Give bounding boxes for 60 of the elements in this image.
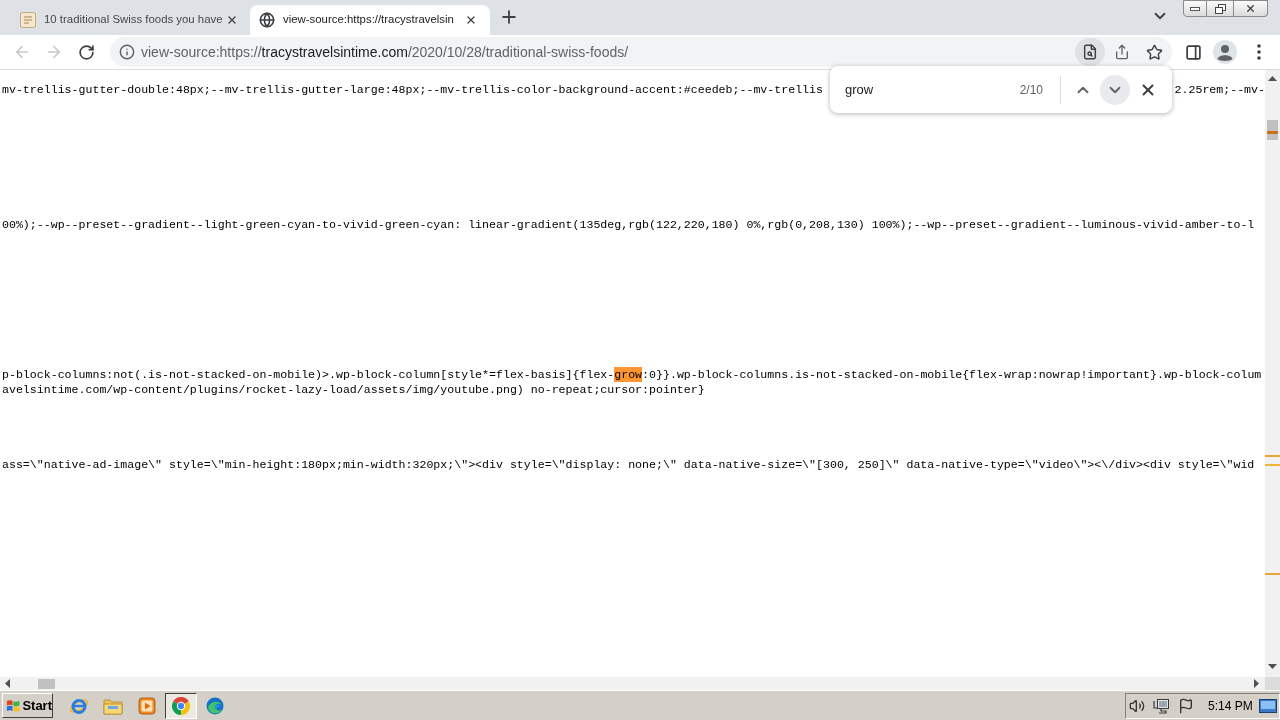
show-desktop-icon[interactable] xyxy=(1259,698,1277,713)
share-icon xyxy=(1114,44,1130,60)
restore-icon xyxy=(1214,3,1226,14)
scrollbar-thumb[interactable] xyxy=(38,679,55,689)
scroll-up-arrow-icon[interactable] xyxy=(1268,76,1277,81)
side-panel-icon xyxy=(1184,43,1202,61)
scrollbar-match-marker xyxy=(1265,464,1280,466)
document-icon xyxy=(20,12,36,28)
source-code-text: mv-trellis-gutter-double:48px;--mv-trellis-gutter-large:48px;--mv-trellis-color-background-accent:#ceedeb;--mv-trellis xyxy=(2,82,823,97)
menu-icon xyxy=(1257,44,1261,60)
speaker-icon[interactable] xyxy=(1129,697,1145,714)
close-icon xyxy=(226,14,238,26)
next-match-button[interactable] xyxy=(1100,74,1130,105)
close-window-button[interactable] xyxy=(1234,0,1268,17)
close-icon xyxy=(1245,3,1256,14)
match-count: 2/10 xyxy=(1019,81,1043,99)
minimize-icon xyxy=(1190,6,1200,11)
folder-icon xyxy=(103,696,123,715)
scroll-down-arrow-icon[interactable] xyxy=(1268,664,1277,669)
chrome-logo-icon xyxy=(172,696,190,715)
chrome-button[interactable] xyxy=(165,692,197,719)
address-bar[interactable]: view-source:https://tracystravelsintime.com/2020/10/28/traditional-swiss-foods/ xyxy=(110,37,1172,67)
avatar-icon xyxy=(1213,40,1237,64)
search-match-highlight: grow xyxy=(614,367,643,382)
network-monitor-icon[interactable] xyxy=(1153,697,1169,714)
vertical-scrollbar[interactable] xyxy=(1265,70,1280,677)
scroll-left-arrow-icon[interactable] xyxy=(5,679,10,688)
source-code-text: 2.25rem;--mv- xyxy=(1174,82,1265,97)
flag-icon[interactable] xyxy=(1178,697,1194,714)
browser-tab[interactable]: view-source:https://tracystravelsin xyxy=(250,5,490,35)
document-search-icon xyxy=(1082,44,1098,60)
url-text: view-source:https://tracystravelsintime.com/2020/10/28/traditional-swiss-foods/ xyxy=(141,42,629,62)
minimize-button[interactable] xyxy=(1183,0,1207,17)
plus-icon xyxy=(499,7,519,27)
source-code-text: 00%);--wp--preset--gradient--light-green-cyan-to-vivid-green-cyan: linear-gradient(135deg,rgb(122,220,180) 0%,rgb(0,208,130) 100%);--wp--preset--gradient--luminous-vivid-amber-to-l xyxy=(2,217,1255,232)
info-icon[interactable] xyxy=(119,44,135,60)
source-code-text: avelsintime.com/wp-content/plugins/rocket-lazy-load/assets/img/youtube.png) no-repeat;cursor:pointer} xyxy=(2,382,705,397)
scrollbar-thumb[interactable] xyxy=(1267,120,1278,140)
star-icon xyxy=(1145,43,1163,61)
browser-tab[interactable]: 10 traditional Swiss foods you have xyxy=(8,5,245,35)
scrollbar-match-marker xyxy=(1265,573,1280,575)
scrollbar-match-marker xyxy=(1265,455,1280,457)
find-in-page-button[interactable] xyxy=(1075,38,1105,66)
reload-icon xyxy=(77,43,95,61)
scroll-right-arrow-icon[interactable] xyxy=(1254,679,1259,688)
scrollbar-match-marker xyxy=(1267,131,1278,134)
edge-logo-icon xyxy=(206,696,224,715)
globe-icon xyxy=(259,12,275,28)
source-code-text: :0}}.wp-block-columns.is-not-stacked-on-mobile{flex-wrap:nowrap!important}.wp-block-colum xyxy=(642,367,1262,382)
windows-flag-icon xyxy=(6,697,21,714)
scrollbar-corner xyxy=(1265,677,1280,690)
close-icon xyxy=(465,14,477,26)
restore-button[interactable] xyxy=(1207,0,1234,17)
start-button[interactable]: Start xyxy=(2,693,53,718)
source-code-text: ass=\"native-ad-image\" style=\"min-height:180px;min-width:320px;\"><div style=\"display: none;\" data-native-size=\"[300, 250]\" data-native-type=\"video\"><\/div><div style=\"wid xyxy=(2,457,1255,472)
media-player-icon xyxy=(138,696,156,715)
source-code-text: p-block-columns:not(.is-not-stacked-on-mobile)>.wp-block-column[style*=flex-basis]{flex- xyxy=(2,367,615,382)
find-input-field[interactable]: grow xyxy=(845,74,1020,105)
clock-text[interactable]: 5:14 PM xyxy=(1208,696,1253,715)
horizontal-scrollbar[interactable] xyxy=(0,677,1265,690)
